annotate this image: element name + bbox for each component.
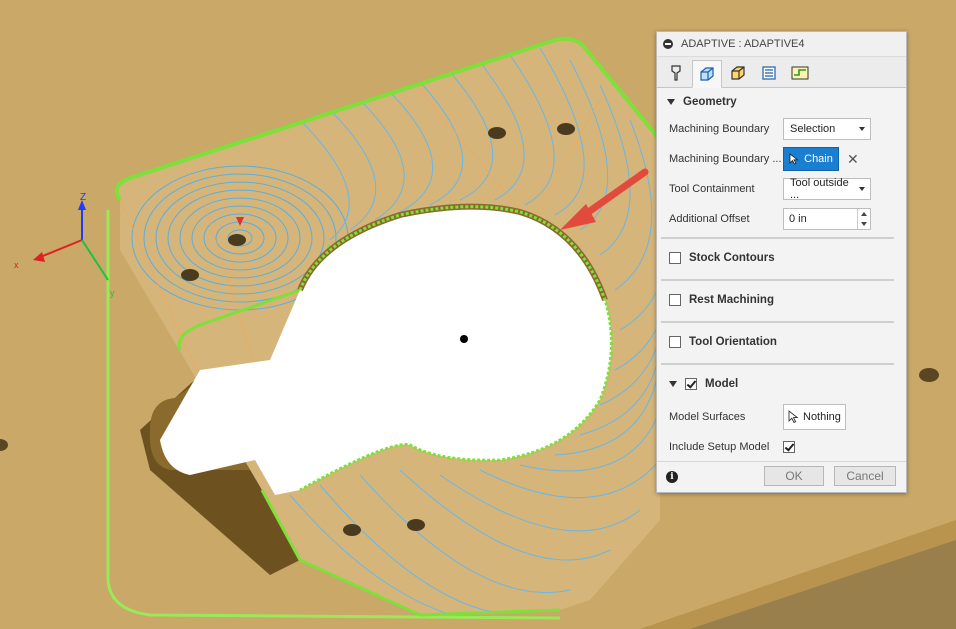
chevron-down-icon (859, 187, 865, 191)
machining-boundary-label: Machining Boundary (669, 123, 770, 135)
center-point (460, 335, 468, 343)
additional-offset-input[interactable]: 0 in (783, 208, 871, 230)
collapse-triangle-icon (669, 380, 677, 387)
z-axis-label: Z (80, 192, 86, 203)
adaptive-dialog: ADAPTIVE : ADAPTIVE4 Geometry Machining … (656, 31, 907, 493)
tool-orientation-label: Tool Orientation (689, 335, 777, 348)
heights-icon (731, 66, 745, 80)
cursor-arrow-icon (788, 410, 799, 424)
dialog-footer: i OK Cancel (657, 461, 906, 492)
model-surfaces-button[interactable]: Nothing (783, 404, 846, 430)
include-setup-checkbox[interactable] (783, 441, 795, 453)
collapse-triangle-icon (667, 99, 675, 105)
include-setup-label: Include Setup Model (669, 441, 770, 453)
rest-machining-section[interactable]: Rest Machining (657, 281, 906, 318)
stock-contours-section[interactable]: Stock Contours (657, 239, 906, 276)
info-icon[interactable]: i (666, 471, 678, 483)
linking-tab[interactable] (785, 59, 815, 87)
dialog-title: ADAPTIVE : ADAPTIVE4 (681, 38, 805, 50)
stock-contours-checkbox[interactable] (669, 251, 681, 264)
model-section[interactable]: Model (657, 365, 906, 402)
machining-boundary-value: Selection (790, 123, 836, 135)
model-checkbox[interactable] (685, 377, 697, 390)
y-axis-label: y (110, 288, 115, 298)
bolt-hole (919, 368, 939, 382)
tool-containment-label: Tool Containment (669, 183, 755, 195)
tool-containment-value: Tool outside ... (790, 177, 849, 201)
tool-tab[interactable] (661, 59, 691, 87)
rest-machining-checkbox[interactable] (669, 293, 681, 306)
chain-selection-button[interactable]: Chain (783, 147, 839, 171)
tool-orientation-checkbox[interactable] (669, 335, 681, 348)
stock-contours-label: Stock Contours (689, 251, 775, 264)
cancel-button[interactable]: Cancel (834, 466, 896, 486)
x-axis-label: x (14, 260, 19, 270)
cursor-arrow-icon (789, 153, 799, 165)
clear-selection-icon[interactable]: ✕ (847, 151, 859, 168)
include-setup-row: Include Setup Model (657, 432, 906, 462)
rest-machining-label: Rest Machining (689, 293, 774, 306)
chain-label: Chain (804, 153, 833, 165)
geometry-section-header[interactable]: Geometry (657, 90, 906, 114)
stepper-down-icon[interactable] (861, 222, 867, 226)
offset-stepper[interactable] (857, 209, 870, 229)
tool-orientation-section[interactable]: Tool Orientation (657, 323, 906, 360)
geometry-tab[interactable] (692, 60, 722, 88)
additional-offset-row: Additional Offset 0 in (657, 204, 906, 234)
passes-icon (762, 66, 776, 80)
dialog-titlebar: ADAPTIVE : ADAPTIVE4 (657, 32, 906, 57)
additional-offset-value: 0 in (789, 213, 807, 225)
tool-containment-select[interactable]: Tool outside ... (783, 177, 871, 201)
machining-boundary-select[interactable]: Selection (783, 118, 871, 140)
collapse-icon[interactable] (663, 39, 673, 49)
boundary-selection-label: Machining Boundary ... (669, 153, 782, 165)
stepper-up-icon[interactable] (861, 212, 867, 216)
linking-icon (791, 66, 809, 80)
tool-containment-row: Tool Containment Tool outside ... (657, 174, 906, 204)
additional-offset-label: Additional Offset (669, 213, 750, 225)
model-label: Model (705, 377, 739, 390)
passes-tab[interactable] (754, 59, 784, 87)
boundary-selection-row: Machining Boundary ... Chain ✕ (657, 144, 906, 174)
dialog-tabs (657, 57, 906, 88)
ok-button[interactable]: OK (764, 466, 824, 486)
model-surfaces-row: Model Surfaces Nothing (657, 402, 906, 432)
machining-boundary-row: Machining Boundary Selection (657, 114, 906, 144)
chevron-down-icon (859, 127, 865, 131)
tool-icon (671, 65, 681, 81)
model-surfaces-value: Nothing (803, 411, 841, 423)
geometry-header-label: Geometry (683, 96, 737, 108)
geometry-icon (700, 67, 714, 81)
model-surfaces-label: Model Surfaces (669, 411, 746, 423)
heights-tab[interactable] (723, 59, 753, 87)
